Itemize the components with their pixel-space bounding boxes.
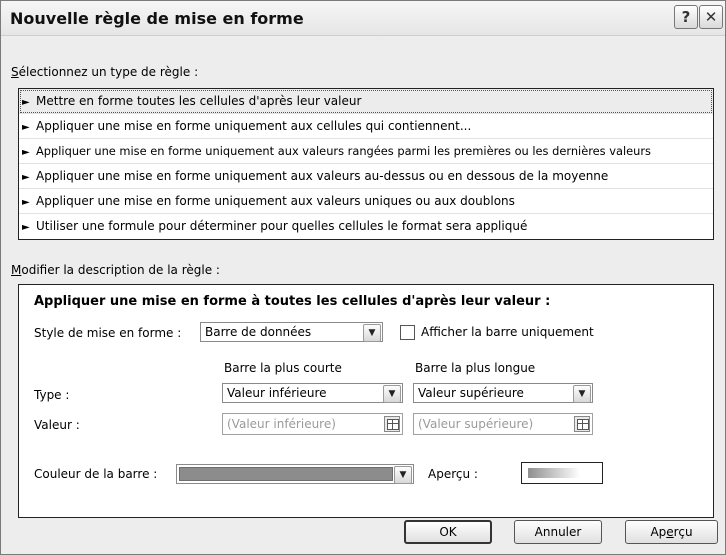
close-button[interactable]: ✕ [699,5,723,29]
value-label: Valeur : [34,418,80,432]
chevron-down-icon[interactable]: ▼ [573,385,591,403]
arrow-right-icon: ► [22,147,30,158]
rule-type-label: Sélectionnez un type de règle : [11,65,199,79]
arrow-right-icon: ► [22,97,30,108]
rule-type-item[interactable]: ► Utiliser une formule pour déterminer po… [19,214,713,238]
close-icon: ✕ [704,8,718,26]
shortest-bar-header: Barre la plus courte [224,361,342,375]
help-icon: ? [681,8,691,26]
rule-description-label: Modifier la description de la règle : [11,263,220,277]
format-style-value: Barre de données [205,325,312,339]
chevron-down-icon[interactable]: ▼ [383,385,401,403]
format-style-label: Style de mise en forme : [34,326,182,340]
show-bar-only-checkbox[interactable] [400,325,415,340]
min-value-input[interactable]: (Valeur inférieure) [222,413,403,435]
bar-color-dropdown[interactable]: ▼ [176,464,414,484]
preview-button[interactable]: Ap e rçu [625,520,718,544]
preview-label: Aperçu : [428,467,478,481]
arrow-right-icon: ► [22,197,30,208]
help-button[interactable]: ? [674,5,698,29]
bar-preview [521,462,603,484]
max-type-dropdown[interactable]: Valeur supérieure ▼ [413,383,593,403]
preview-bar [528,468,580,478]
longest-bar-header: Barre la plus longue [415,361,536,375]
cancel-button[interactable]: Annuler [514,520,602,544]
chevron-down-icon[interactable]: ▼ [394,466,412,484]
rule-type-item[interactable]: ► Appliquer une mise en forme uniquement … [19,114,713,139]
min-value-placeholder: (Valeur inférieure) [227,417,336,431]
rule-type-item[interactable]: ► Appliquer une mise en forme uniquement … [19,189,713,214]
show-bar-only-label: Afficher la barre uniquement [421,325,594,339]
title-bar: Nouvelle règle de mise en forme ? ✕ [1,1,725,36]
max-value-input[interactable]: (Valeur supérieure) [413,413,593,435]
panel-title: Appliquer une mise en forme à toutes les… [34,294,551,309]
bar-color-swatch [179,467,393,481]
ok-button[interactable]: OK [404,520,492,544]
rule-type-list[interactable]: ► Mettre en forme toutes les cellules d'a… [18,88,714,240]
range-selector-icon[interactable] [574,416,590,432]
format-style-dropdown[interactable]: Barre de données ▼ [200,322,383,342]
chevron-down-icon[interactable]: ▼ [363,324,381,342]
arrow-right-icon: ► [22,222,30,233]
type-label: Type : [34,388,70,402]
min-type-value: Valeur inférieure [227,386,327,400]
arrow-right-icon: ► [22,172,30,183]
rule-description-panel: Appliquer une mise en forme à toutes les… [18,284,714,518]
arrow-right-icon: ► [22,122,30,133]
max-value-placeholder: (Valeur supérieure) [418,417,534,431]
bar-color-label: Couleur de la barre : [34,467,158,481]
rule-type-item[interactable]: ► Mettre en forme toutes les cellules d'a… [19,89,713,114]
range-selector-icon[interactable] [384,416,400,432]
min-type-dropdown[interactable]: Valeur inférieure ▼ [222,383,403,403]
dialog-window: Nouvelle règle de mise en forme ? ✕ Séle… [0,0,726,555]
max-type-value: Valeur supérieure [418,386,524,400]
rule-type-item[interactable]: ► Appliquer une mise en forme uniquement … [19,164,713,189]
rule-type-item[interactable]: ► Appliquer une mise en forme uniquement … [19,139,713,164]
dialog-title: Nouvelle règle de mise en forme [10,9,304,28]
